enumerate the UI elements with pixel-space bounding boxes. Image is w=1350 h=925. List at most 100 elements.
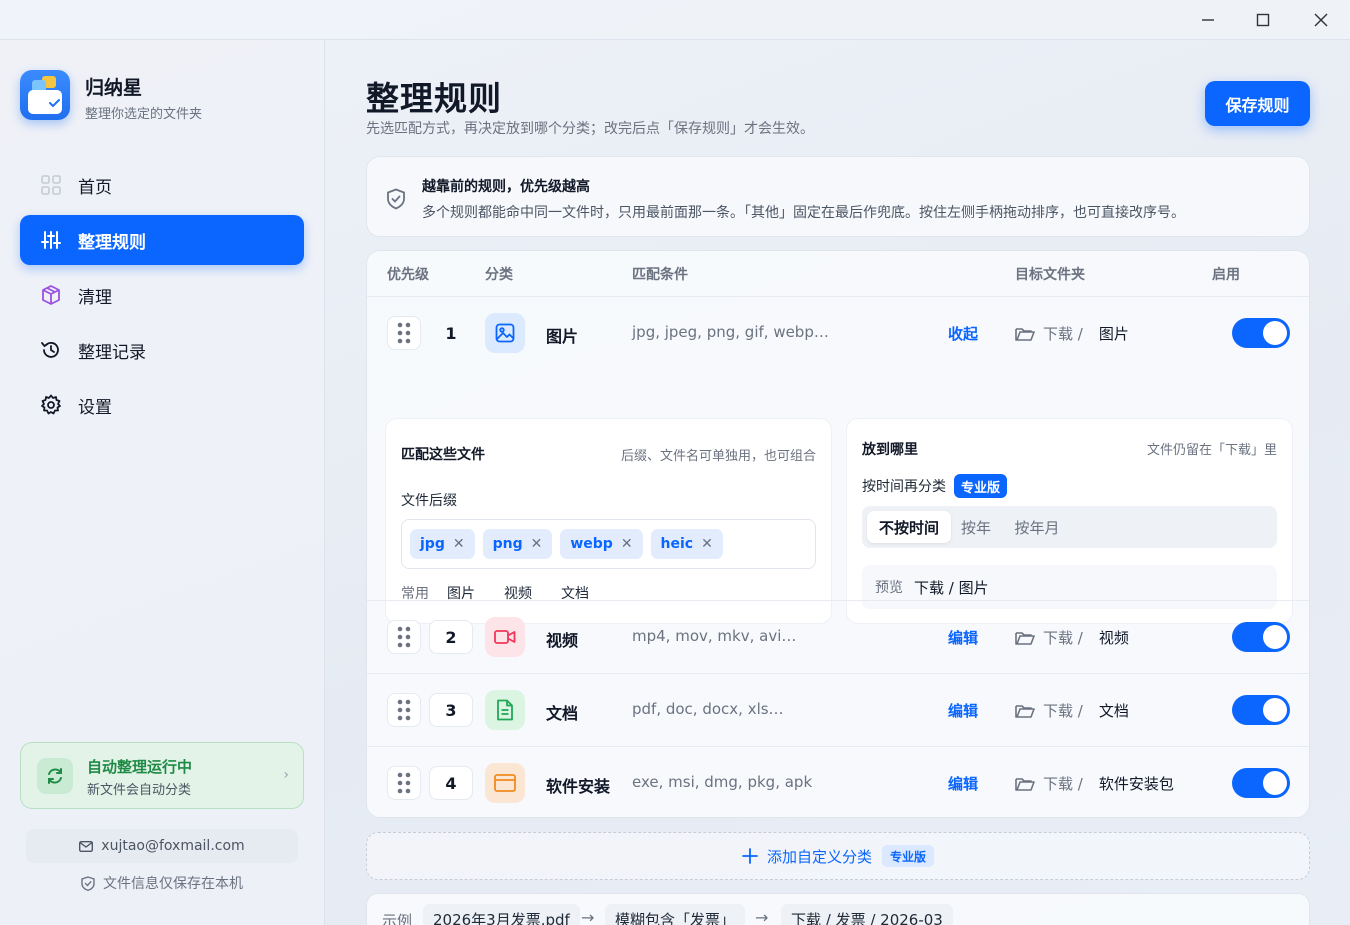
ext-input[interactable]: jpg ✕ png ✕ webp ✕ heic ✕ <box>401 519 816 569</box>
target-dest: 图片 <box>1098 325 1129 343</box>
time-segmented-control: 不按时间 按年 按年月 <box>862 506 1277 548</box>
priority-number[interactable]: 1 <box>429 316 473 350</box>
auto-status-title: 自动整理运行中 <box>87 758 193 776</box>
col-header-target: 目标文件夹 <box>1015 267 1085 283</box>
drag-handle-icon[interactable] <box>387 693 421 727</box>
col-header-condition: 匹配条件 <box>632 267 688 283</box>
folder-icon <box>1015 630 1035 646</box>
enable-toggle[interactable] <box>1232 768 1290 798</box>
destination-panel: 放到哪里 文件仍留在「下载」里 按时间再分类 专业版 不按时间 按年 按年月 预… <box>846 418 1293 624</box>
toggle-knob <box>1263 698 1287 722</box>
remove-icon[interactable]: ✕ <box>701 536 713 552</box>
grid-icon <box>40 174 62 196</box>
edit-button[interactable]: 编辑 <box>948 627 978 648</box>
mail-icon <box>79 840 94 852</box>
sidebar: 归纳星 整理你选定的文件夹 首页 整理规则 清理 整理记录 设置 自动整理运行中… <box>0 40 325 925</box>
ext-chip[interactable]: jpg ✕ <box>410 529 475 559</box>
toggle-knob <box>1263 771 1287 795</box>
drag-handle-icon[interactable] <box>387 620 421 654</box>
toggle-knob <box>1263 625 1287 649</box>
app-window-icon <box>485 763 525 803</box>
target-dest: 文档 <box>1098 702 1129 720</box>
table-row: 1 图片 jpg, jpeg, png, gif, webp… 收起 下载 / … <box>367 297 1309 624</box>
minimize-icon[interactable] <box>1193 6 1223 34</box>
account-email[interactable]: xujtao@foxmail.com <box>26 829 298 863</box>
nav-item-history[interactable]: 整理记录 <box>20 325 304 375</box>
enable-toggle[interactable] <box>1232 622 1290 652</box>
edit-button[interactable]: 编辑 <box>948 773 978 794</box>
table-row: 2 视频 mp4, mov, mkv, avi… 编辑 下载 / 视频 <box>367 600 1309 673</box>
match-panel-hint: 后缀、文件名可单独用，也可组合 <box>620 449 816 464</box>
pro-badge: 专业版 <box>882 845 935 867</box>
remove-icon[interactable]: ✕ <box>453 536 465 552</box>
maximize-icon[interactable] <box>1248 6 1278 34</box>
ext-chip[interactable]: png ✕ <box>482 529 553 559</box>
title-bar <box>0 0 1350 40</box>
nav-item-label: 整理记录 <box>78 342 146 363</box>
add-custom-category-button[interactable]: 添加自定义分类 专业版 <box>366 832 1310 880</box>
col-header-category: 分类 <box>485 267 513 283</box>
nav-item-label: 设置 <box>78 397 112 418</box>
shield-check-icon <box>386 188 406 214</box>
example-label: 示例 <box>382 912 413 925</box>
ext-chip[interactable]: webp ✕ <box>560 529 643 559</box>
save-rules-button[interactable]: 保存规则 <box>1205 81 1310 126</box>
app-name: 归纳星 <box>85 77 143 99</box>
target-dest: 视频 <box>1098 629 1129 647</box>
gear-icon <box>40 394 62 416</box>
chevron-right-icon: › <box>283 767 289 783</box>
enable-toggle[interactable] <box>1232 318 1290 348</box>
auto-status-desc: 新文件会自动分类 <box>87 783 192 798</box>
local-storage-note: 文件信息仅保存在本机 <box>26 872 298 894</box>
segment-by-year[interactable]: 按年 <box>954 511 998 543</box>
priority-number[interactable]: 2 <box>429 620 473 654</box>
example-file: 2026年3月发票.pdf <box>423 904 580 925</box>
nav-item-label: 整理规则 <box>78 232 146 253</box>
refresh-icon <box>37 758 73 794</box>
nav-item-home[interactable]: 首页 <box>20 160 304 210</box>
shield-icon <box>81 875 95 891</box>
plus-icon <box>742 848 758 864</box>
local-note-text: 文件信息仅保存在本机 <box>103 876 243 892</box>
app-subtitle: 整理你选定的文件夹 <box>85 107 203 122</box>
match-files-panel: 匹配这些文件 后缀、文件名可单独用，也可组合 文件后缀 jpg ✕ png ✕ we… <box>385 418 832 624</box>
drag-handle-icon[interactable] <box>387 316 421 350</box>
category-name: 软件安装 <box>546 777 611 796</box>
match-condition: pdf, doc, docx, xls… <box>632 700 784 718</box>
segment-by-month[interactable]: 按年月 <box>1007 511 1067 543</box>
collapse-button[interactable]: 收起 <box>948 323 978 344</box>
category-name: 文档 <box>546 704 579 723</box>
folder-icon <box>1015 776 1035 792</box>
add-label: 添加自定义分类 <box>766 847 872 866</box>
ext-label: 文件后缀 <box>401 493 457 509</box>
main-content: 整理规则 先选匹配方式，再决定放到哪个分类；改完后点「保存规则」才会生效。 保存… <box>326 40 1350 925</box>
chip-label: jpg <box>420 536 445 552</box>
image-icon <box>485 313 525 353</box>
nav-item-settings[interactable]: 设置 <box>20 380 304 430</box>
segment-no-time[interactable]: 不按时间 <box>867 511 951 543</box>
target-base: 下载 / <box>1043 775 1083 793</box>
edit-button[interactable]: 编辑 <box>948 700 978 721</box>
remove-icon[interactable]: ✕ <box>621 536 633 552</box>
preview-label: 预览 <box>875 580 903 596</box>
ext-chip[interactable]: heic ✕ <box>650 529 723 559</box>
nav-item-clean[interactable]: 清理 <box>20 270 304 320</box>
close-icon[interactable] <box>1306 6 1336 34</box>
pro-badge: 专业版 <box>954 474 1008 498</box>
auto-organize-card[interactable]: 自动整理运行中 新文件会自动分类 › <box>20 742 304 809</box>
email-text: xujtao@foxmail.com <box>101 838 245 854</box>
chip-label: png <box>492 536 523 552</box>
priority-number[interactable]: 3 <box>429 693 473 727</box>
chip-label: webp <box>570 536 613 552</box>
target-folder: 下载 / 图片 <box>1015 323 1129 344</box>
category-name: 视频 <box>546 631 579 650</box>
match-condition: exe, msi, dmg, pkg, apk <box>632 773 813 791</box>
preview-value: 下载 / 图片 <box>914 578 989 597</box>
enable-toggle[interactable] <box>1232 695 1290 725</box>
remove-icon[interactable]: ✕ <box>531 536 543 552</box>
nav-item-rules[interactable]: 整理规则 <box>20 215 304 265</box>
priority-number[interactable]: 4 <box>429 766 473 800</box>
info-title: 越靠前的规则，优先级越高 <box>422 179 590 195</box>
page-subtitle: 先选匹配方式，再决定放到哪个分类；改完后点「保存规则」才会生效。 <box>366 121 814 137</box>
drag-handle-icon[interactable] <box>387 766 421 800</box>
